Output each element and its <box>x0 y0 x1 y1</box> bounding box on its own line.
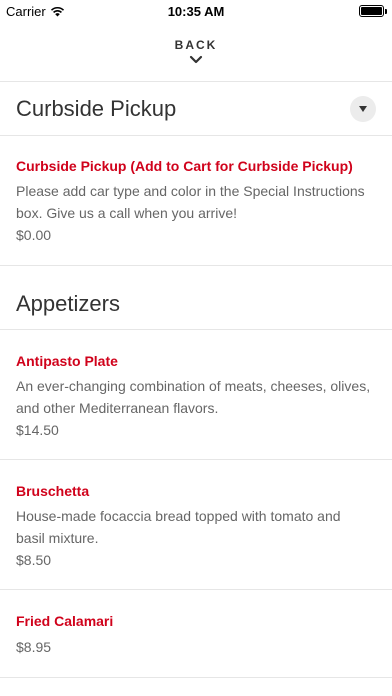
section-title: Appetizers <box>16 291 120 316</box>
item-price: $14.50 <box>16 422 59 438</box>
section-title: Curbside Pickup <box>16 96 177 121</box>
category-dropdown-button[interactable] <box>350 96 376 122</box>
item-name: Antipasto Plate <box>16 353 118 369</box>
item-price: $8.95 <box>16 639 52 655</box>
item-name: Curbside Pickup (Add to Cart for Curbsid… <box>16 158 353 174</box>
back-label: BACK <box>174 38 218 52</box>
chevron-down-icon <box>189 55 203 64</box>
back-button[interactable]: BACK <box>0 22 392 82</box>
dropdown-caret-icon <box>359 106 367 112</box>
item-name: Fried Calamari <box>16 613 114 629</box>
menu-item[interactable]: Bruschetta House-made focaccia bread top… <box>0 460 392 590</box>
item-description: An ever-changing combination of meats, c… <box>16 378 371 416</box>
section-header-appetizers: Appetizers <box>0 266 392 330</box>
item-price: $0.00 <box>16 227 52 243</box>
menu-item[interactable]: Curbside Pickup (Add to Cart for Curbsid… <box>0 136 392 266</box>
item-name: Bruschetta <box>16 483 90 499</box>
item-description: Please add car type and color in the Spe… <box>16 183 365 221</box>
menu-item[interactable]: Fried Calamari $8.95 <box>0 590 392 678</box>
status-bar: Carrier 10:35 AM <box>0 0 392 22</box>
status-time: 10:35 AM <box>167 4 225 19</box>
item-price: $8.50 <box>16 552 52 568</box>
battery-icon <box>359 5 387 17</box>
menu-item[interactable]: Antipasto Plate An ever-changing combina… <box>0 330 392 460</box>
item-description: House-made focaccia bread topped with to… <box>16 508 341 546</box>
section-header-curbside: Curbside Pickup <box>0 83 392 136</box>
